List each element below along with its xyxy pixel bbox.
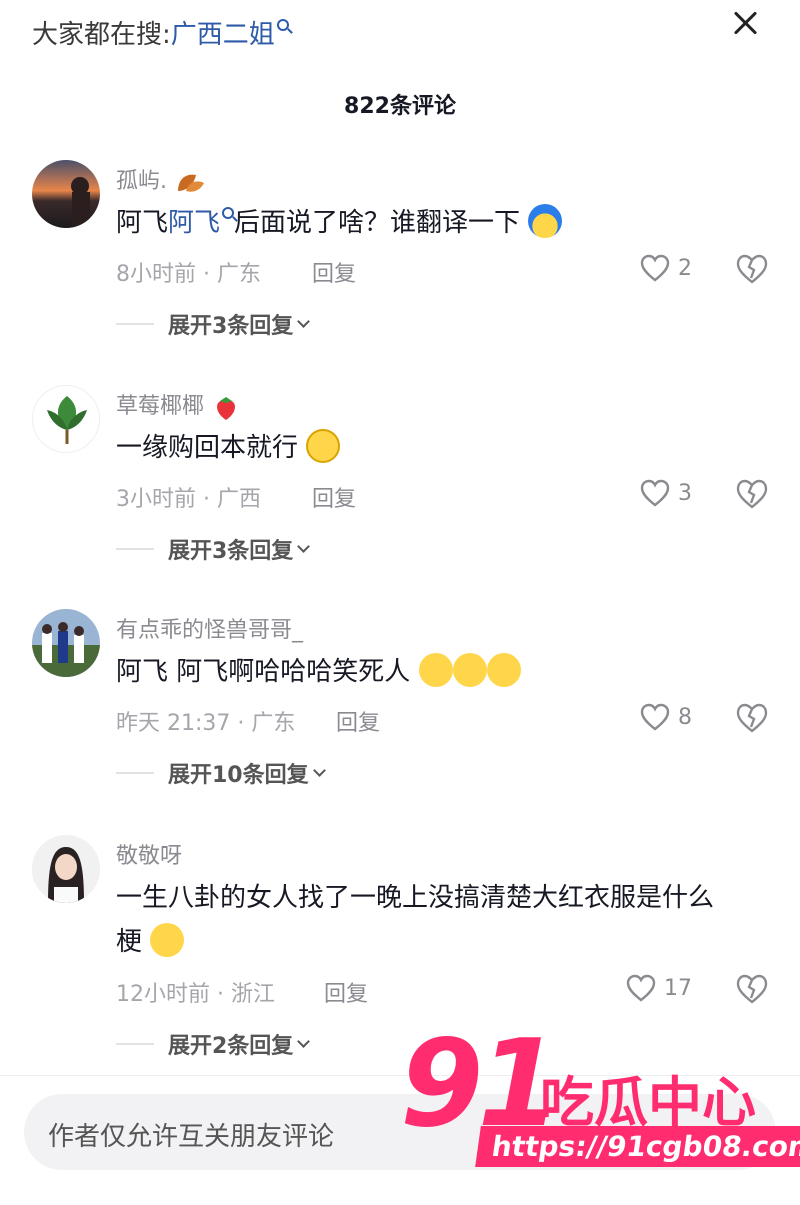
- comment-item: 孤屿. 阿飞阿飞 后面说了啥？谁翻译一下 8小时前 · 广东 回复 2 展开3条回…: [0, 155, 800, 345]
- comment-text-continued: 梗: [116, 918, 185, 966]
- like-button[interactable]: 17: [626, 974, 692, 1002]
- top-bar: 大家都在搜:广西二姐: [0, 0, 800, 70]
- heart-icon: [640, 479, 670, 507]
- avatar[interactable]: [32, 609, 100, 677]
- broken-heart-icon: [736, 974, 768, 1004]
- like-button[interactable]: 8: [640, 703, 692, 731]
- comment-input-placeholder: 作者仅允许互关朋友评论: [48, 1122, 335, 1152]
- dislike-button[interactable]: [736, 254, 768, 288]
- search-prefix-label: 大家都在搜:: [32, 20, 171, 50]
- broken-heart-icon: [736, 479, 768, 509]
- strawberry-icon: [217, 397, 235, 420]
- dislike-button[interactable]: [736, 974, 768, 1008]
- expand-replies-button[interactable]: 展开10条回复: [116, 757, 326, 789]
- laughing-crying-emoji-icon: [452, 652, 487, 687]
- watermark-url: https://91cgb08.com: [475, 1126, 800, 1167]
- comment-time-location: 昨天 21:37 · 广东: [116, 711, 296, 736]
- dislike-button[interactable]: [736, 703, 768, 737]
- like-count: 2: [678, 255, 692, 281]
- reply-button[interactable]: 回复: [336, 705, 380, 737]
- comment-time-location: 3小时前 · 广西: [116, 487, 261, 512]
- broken-heart-icon: [736, 254, 768, 284]
- leaf-icon: [178, 174, 204, 192]
- comment-text: 阿飞 阿飞啊哈哈哈笑死人: [116, 648, 521, 696]
- like-count: 8: [678, 704, 692, 730]
- like-button[interactable]: 2: [640, 254, 692, 282]
- expand-replies-button[interactable]: 展开3条回复: [116, 308, 311, 340]
- laughing-crying-emoji-icon: [418, 652, 453, 687]
- comment-text: 一生八卦的女人找了一晚上没搞清楚大红衣服是什么: [116, 883, 715, 913]
- heart-icon: [640, 254, 670, 282]
- watermark-logo: 91 吃瓜中心 https://91cgb08.com: [400, 1020, 800, 1180]
- heart-icon: [626, 974, 656, 1002]
- mention-link[interactable]: 阿飞: [168, 208, 220, 238]
- comment-time-location: 8小时前 · 广东: [116, 262, 261, 287]
- comment-count-title: 822条评论: [344, 94, 456, 119]
- chevron-down-icon: [297, 539, 311, 553]
- comment-item: 有点乖的怪兽哥哥_ 阿飞 阿飞啊哈哈哈笑死人 昨天 21:37 · 广东 回复 …: [0, 604, 800, 794]
- like-count: 3: [678, 480, 692, 506]
- username[interactable]: 敬敬呀: [116, 838, 182, 870]
- close-icon[interactable]: [730, 8, 760, 38]
- username[interactable]: 草莓椰椰: [116, 388, 241, 422]
- reply-button[interactable]: 回复: [324, 976, 368, 1008]
- chevron-down-icon: [297, 314, 311, 328]
- heart-icon: [640, 703, 670, 731]
- chevron-down-icon: [312, 763, 326, 777]
- avatar[interactable]: [32, 160, 100, 228]
- search-icon: [276, 19, 289, 31]
- username[interactable]: 有点乖的怪兽哥哥_: [116, 612, 303, 644]
- comment-item: 草莓椰椰 一缘购回本就行 3小时前 · 广西 回复 3 展开3条回复: [0, 380, 800, 570]
- avatar[interactable]: [32, 385, 100, 453]
- comment-text: 一缘购回本就行: [116, 424, 341, 472]
- search-icon: [222, 207, 235, 219]
- reply-button[interactable]: 回复: [312, 481, 356, 513]
- username[interactable]: 孤屿.: [116, 163, 206, 195]
- chevron-down-icon: [297, 1034, 311, 1048]
- laughing-crying-emoji-icon: [486, 652, 521, 687]
- reply-button[interactable]: 回复: [312, 256, 356, 288]
- search-term-link[interactable]: 广西二姐: [171, 20, 275, 50]
- cold-face-emoji-icon: [528, 203, 563, 238]
- grinning-sweat-emoji-icon: [306, 428, 341, 463]
- broken-heart-icon: [736, 703, 768, 733]
- comment-time-location: 12小时前 · 浙江: [116, 982, 275, 1007]
- expand-replies-button[interactable]: 展开3条回复: [116, 533, 311, 565]
- like-button[interactable]: 3: [640, 479, 692, 507]
- trending-search[interactable]: 大家都在搜:广西二姐: [32, 14, 289, 51]
- avatar[interactable]: [32, 835, 100, 903]
- expand-replies-button[interactable]: 展开2条回复: [116, 1028, 311, 1060]
- comment-text: 阿飞阿飞 后面说了啥？谁翻译一下: [116, 199, 563, 247]
- like-count: 17: [664, 975, 692, 1001]
- laughing-crying-emoji-icon: [150, 922, 185, 957]
- dislike-button[interactable]: [736, 479, 768, 513]
